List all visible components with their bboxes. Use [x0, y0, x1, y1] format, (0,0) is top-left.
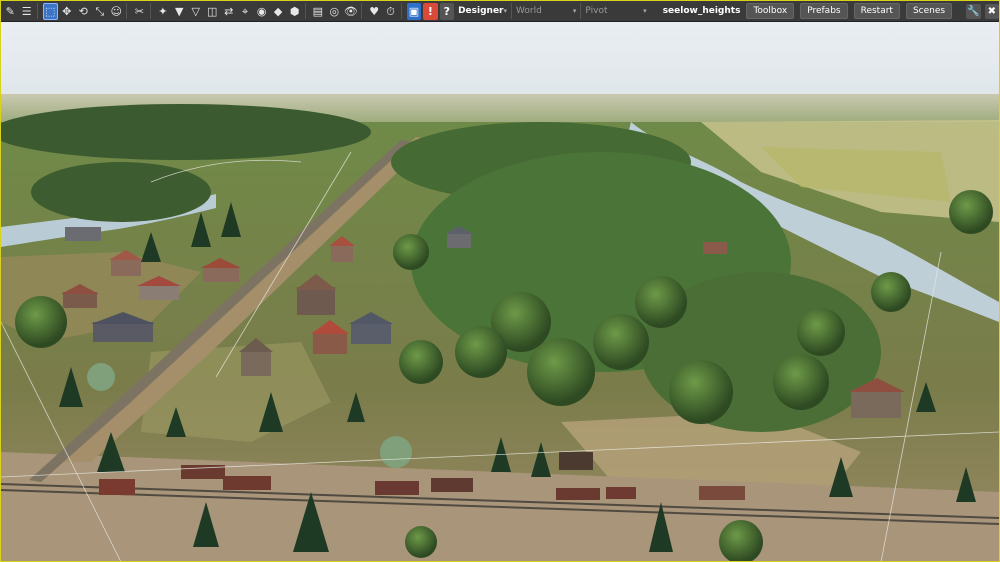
move-tool-icon[interactable]: ✥: [60, 3, 74, 20]
editor-window: ✎ ☰ ⬚ ✥ ⟲ ⤡ ☺ ✂ ✦ ▼ ▽ ◫ ⇄ ⌖ ◉ ◆ ⬢ ▤ ◎ 👁 …: [0, 0, 1000, 562]
chevron-down-icon: ▾: [572, 7, 577, 15]
scene-name: seelow_heights: [662, 6, 741, 16]
terrain-view: [1, 22, 999, 561]
target-icon[interactable]: ⌖: [238, 3, 252, 20]
timer-icon[interactable]: ⏱: [383, 3, 397, 20]
close-icon[interactable]: ✖: [984, 3, 999, 19]
top-toolbar: ✎ ☰ ⬚ ✥ ⟲ ⤡ ☺ ✂ ✦ ▼ ▽ ◫ ⇄ ⌖ ◉ ◆ ⬢ ▤ ◎ 👁 …: [1, 1, 999, 22]
forest-far-left: [1, 104, 371, 160]
toolbar-separator: [304, 3, 306, 19]
link-icon[interactable]: ⇄: [221, 3, 235, 20]
save-icon[interactable]: ▣: [406, 2, 422, 20]
prefabs-button[interactable]: Prefabs: [800, 3, 848, 19]
space-label: World: [516, 6, 542, 16]
scene-viewport[interactable]: [1, 22, 999, 561]
edit-icon[interactable]: ✎: [3, 3, 17, 20]
pivot-dropdown[interactable]: Pivot ▾: [581, 3, 650, 19]
help-icon[interactable]: ?: [439, 2, 455, 20]
mode-dropdown[interactable]: Designer ▾: [454, 3, 513, 19]
wrench-icon[interactable]: 🔧: [966, 3, 981, 19]
eye-icon[interactable]: 👁: [344, 3, 358, 20]
toolbar-separator: [361, 3, 362, 19]
document-icon[interactable]: ▤: [311, 3, 325, 20]
toolbar-separator: [400, 3, 402, 19]
chevron-down-icon: ▾: [503, 7, 508, 15]
rotate-tool-icon[interactable]: ⟲: [76, 3, 90, 20]
sky: [1, 22, 999, 97]
toolbar-separator: [126, 3, 128, 19]
split-view-icon[interactable]: ◫: [205, 3, 219, 20]
cut-icon[interactable]: ✂: [132, 3, 146, 20]
diamond-icon[interactable]: ◆: [271, 3, 285, 20]
mode-label: Designer: [458, 6, 504, 16]
chevron-down-icon: ▾: [643, 7, 647, 15]
scenes-button[interactable]: Scenes: [905, 3, 953, 19]
select-tool-icon[interactable]: ⬚: [42, 2, 58, 20]
funnel-icon[interactable]: ▽: [189, 3, 203, 20]
warning-icon[interactable]: !: [423, 2, 438, 20]
scale-tool-icon[interactable]: ⤡: [92, 3, 106, 20]
filter-icon[interactable]: ▼: [172, 3, 186, 20]
restart-button[interactable]: Restart: [853, 3, 900, 19]
pivot-label: Pivot: [585, 6, 608, 16]
compass-icon[interactable]: ◉: [254, 3, 268, 20]
shield-icon[interactable]: ⬢: [287, 3, 301, 20]
toolbar-separator: [36, 3, 38, 19]
visibility-icon[interactable]: ◎: [327, 3, 341, 20]
toolbox-button[interactable]: Toolbox: [746, 3, 795, 19]
heart-icon[interactable]: ♥: [367, 3, 381, 20]
snap-icon[interactable]: ✦: [156, 3, 170, 20]
face-tool-icon[interactable]: ☺: [109, 3, 123, 20]
toolbar-separator: [149, 3, 151, 19]
space-dropdown[interactable]: World ▾: [512, 3, 582, 19]
menu-icon[interactable]: ☰: [19, 3, 33, 20]
